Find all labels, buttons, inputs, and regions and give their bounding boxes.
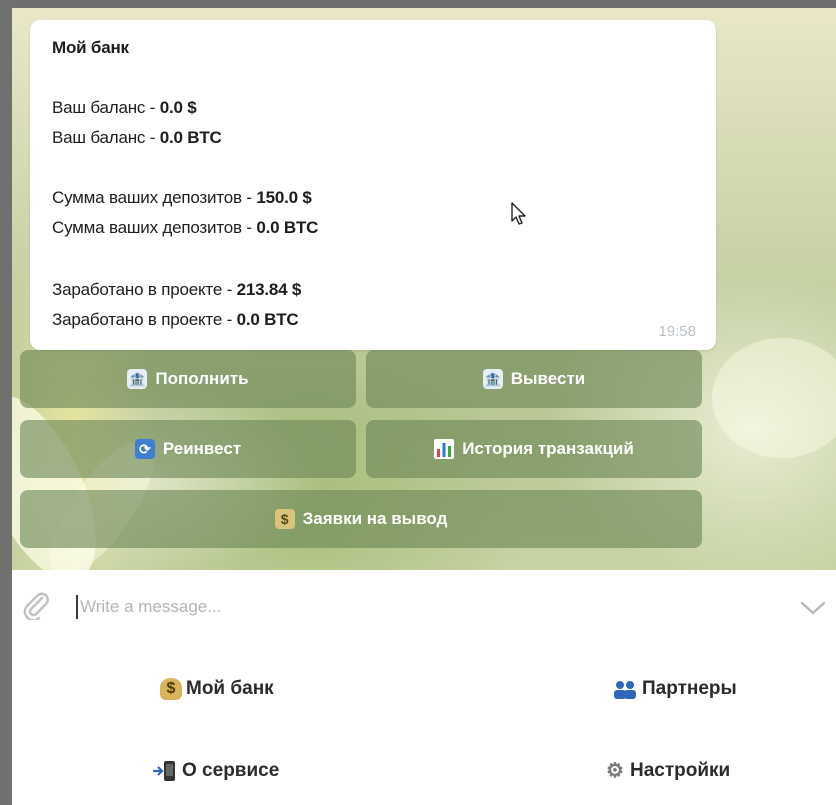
withdraw-button-label: Вывести bbox=[510, 369, 586, 388]
gear-icon: ⚙ bbox=[606, 760, 624, 782]
bank-icon: 🏦 bbox=[482, 369, 503, 389]
transaction-history-button[interactable]: История транзакций bbox=[366, 420, 702, 478]
chat-background: Мой банк Ваш баланс - 0.0 $ Ваш баланс -… bbox=[12, 8, 836, 570]
message-bubble: Мой банк Ваш баланс - 0.0 $ Ваш баланс -… bbox=[30, 20, 716, 350]
reinvest-button-label: Реинвест bbox=[162, 439, 242, 458]
keyboard-about-button[interactable]: О сервисе bbox=[152, 760, 279, 782]
background-petal bbox=[712, 338, 836, 458]
chevron-down-icon[interactable] bbox=[800, 600, 826, 616]
attach-icon[interactable] bbox=[22, 590, 50, 620]
deposits-btc-line: Сумма ваших депозитов - 0.0 BTC bbox=[52, 218, 319, 237]
withdraw-button[interactable]: 🏦 Вывести bbox=[366, 350, 702, 408]
keyboard-partners-button[interactable]: Партнеры bbox=[612, 678, 737, 700]
earned-usd-line: Заработано в проекте - 213.84 $ bbox=[52, 280, 302, 299]
deposits-usd-line: Сумма ваших депозитов - 150.0 $ bbox=[52, 188, 312, 207]
text-caret bbox=[76, 595, 78, 619]
bank-icon: 🏦 bbox=[127, 369, 148, 389]
keyboard-my-bank-button[interactable]: $ Мой банк bbox=[160, 678, 274, 700]
keyboard-my-bank-label: Мой банк bbox=[186, 678, 274, 699]
transaction-history-button-label: История транзакций bbox=[462, 439, 634, 458]
keyboard-settings-label: Настройки bbox=[630, 760, 731, 781]
money-wings-icon: $ bbox=[274, 509, 295, 529]
keyboard-partners-label: Партнеры bbox=[642, 678, 737, 699]
people-icon bbox=[614, 681, 636, 699]
mobile-arrow-icon bbox=[153, 761, 175, 781]
balance-btc-line: Ваш баланс - 0.0 BTC bbox=[52, 128, 222, 147]
message-input[interactable]: Write a message... bbox=[80, 597, 221, 617]
keyboard-settings-button[interactable]: ⚙ Настройки bbox=[604, 760, 730, 782]
keyboard-about-label: О сервисе bbox=[182, 760, 280, 781]
reinvest-button[interactable]: ⟳ Реинвест bbox=[20, 420, 356, 478]
mouse-cursor-icon bbox=[511, 202, 526, 225]
refresh-icon: ⟳ bbox=[134, 439, 155, 459]
deposit-button[interactable]: 🏦 Пополнить bbox=[20, 350, 356, 408]
withdrawal-requests-button-label: Заявки на вывод bbox=[302, 509, 448, 528]
message-time: 19:58 bbox=[658, 323, 696, 340]
window-frame-left bbox=[0, 0, 12, 805]
money-bag-icon: $ bbox=[160, 678, 182, 700]
withdrawal-requests-button[interactable]: $ Заявки на вывод bbox=[20, 490, 702, 548]
earned-btc-line: Заработано в проекте - 0.0 BTC bbox=[52, 310, 299, 329]
balance-usd-line: Ваш баланс - 0.0 $ bbox=[52, 98, 197, 117]
composer-area: Write a message... $ Мой банк Партнеры О… bbox=[12, 570, 836, 805]
message-title: Мой банк bbox=[52, 38, 129, 57]
deposit-button-label: Пополнить bbox=[155, 369, 249, 388]
bar-chart-icon bbox=[434, 439, 455, 459]
